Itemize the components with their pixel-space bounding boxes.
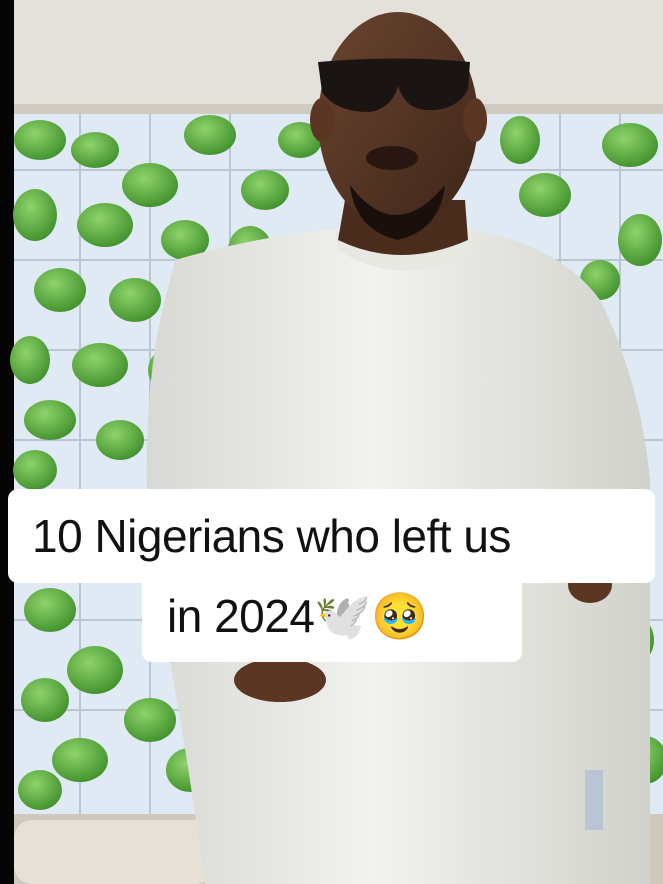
caption-line-2: in 2024🕊️🥹 <box>167 590 428 642</box>
caption-line-1-box: 10 Nigerians who left us <box>8 489 655 583</box>
caption-line-2-box: in 2024🕊️🥹 <box>142 583 522 662</box>
caption-line-1: 10 Nigerians who left us <box>32 510 511 562</box>
left-border <box>0 0 14 884</box>
video-frame <box>0 0 663 884</box>
